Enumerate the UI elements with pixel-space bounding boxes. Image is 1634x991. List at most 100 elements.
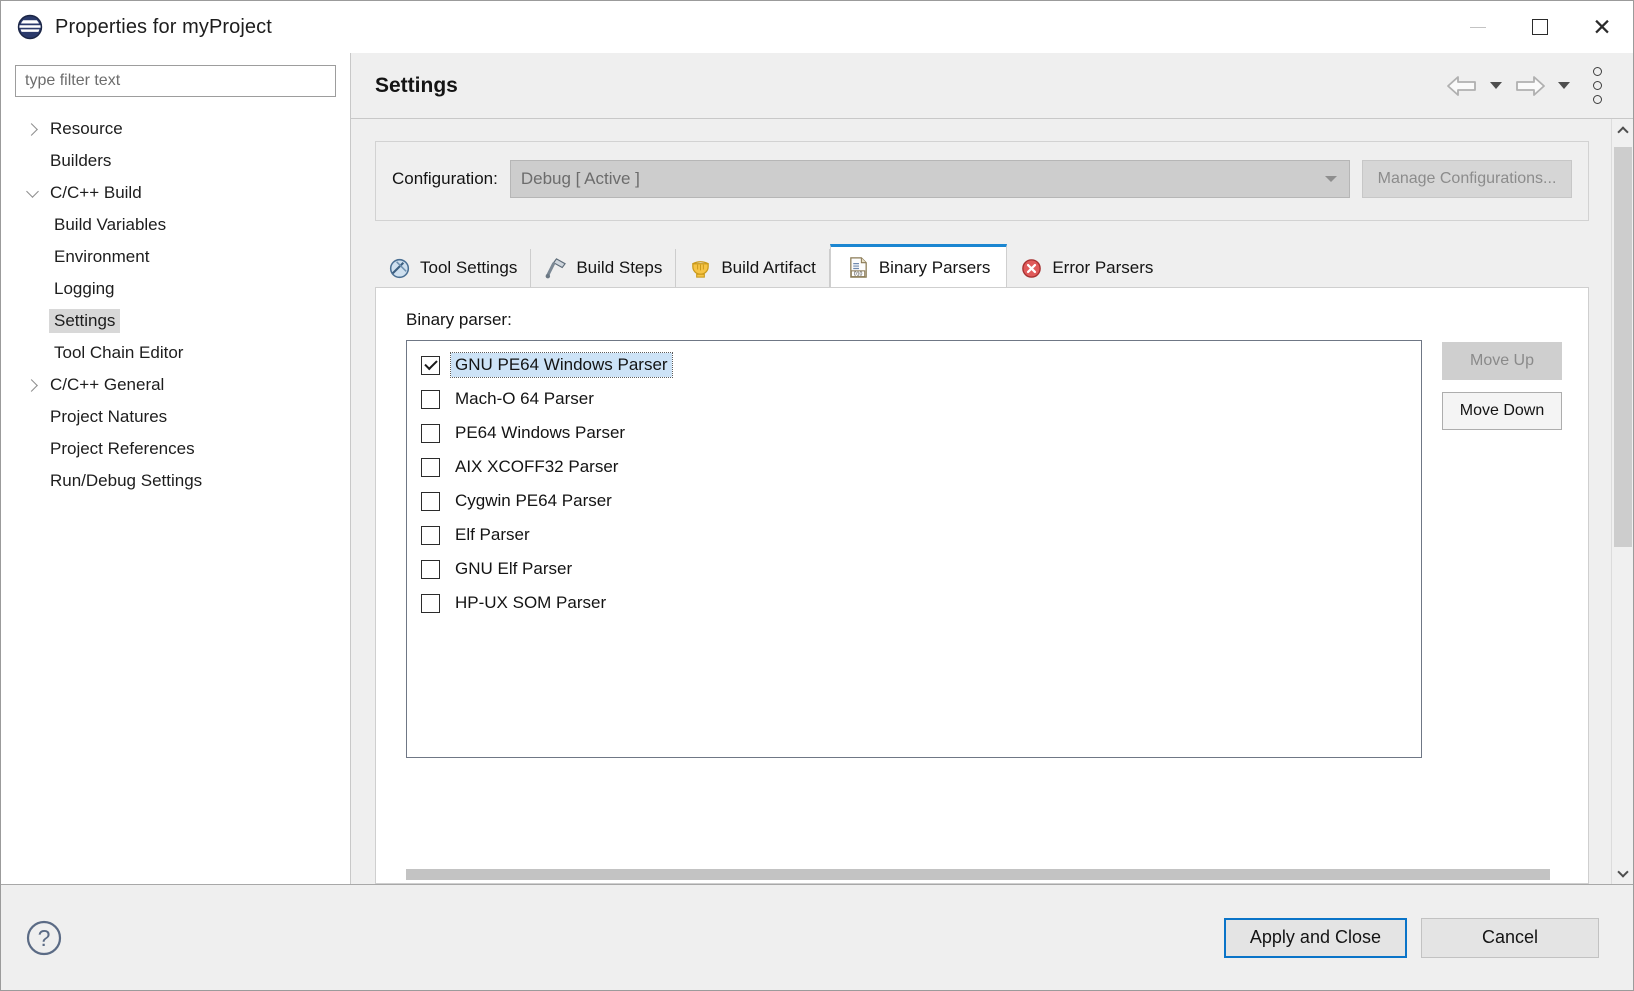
checkbox-unchecked-icon[interactable]: [421, 389, 440, 409]
parser-list-row: GNU PE64 Windows Parser Mach-O 64 Parser P…: [406, 340, 1562, 851]
parser-list-item[interactable]: AIX XCOFF32 Parser: [407, 450, 1421, 484]
checkbox-unchecked-icon[interactable]: [421, 491, 440, 511]
horizontal-scrollbar-thumb[interactable]: [406, 868, 1551, 880]
sidebar-item-c-c-build[interactable]: C/C++ Build: [1, 177, 350, 209]
properties-dialog: Properties for myProject ✕ Resource Build…: [0, 0, 1634, 991]
sidebar-item-label: Project References: [50, 439, 195, 459]
tab-label: Binary Parsers: [878, 257, 991, 277]
sidebar-item-project-references[interactable]: Project References: [1, 433, 350, 465]
svg-text:010: 010: [854, 272, 863, 278]
parser-list-item[interactable]: GNU PE64 Windows Parser: [407, 348, 1421, 382]
scroll-up-button[interactable]: [1612, 119, 1634, 141]
header-toolbar: [1443, 64, 1615, 108]
content-scroll-area: Configuration: Debug [ Active ] Manage C…: [351, 119, 1611, 884]
configuration-group: Configuration: Debug [ Active ] Manage C…: [375, 141, 1589, 221]
parser-list-item[interactable]: PE64 Windows Parser: [407, 416, 1421, 450]
list-side-buttons: Move Up Move Down: [1442, 340, 1562, 851]
filter-container: [1, 65, 350, 109]
error-circle-icon: [1020, 257, 1043, 280]
sidebar-item-c-c-general[interactable]: C/C++ General: [1, 369, 350, 401]
help-question-icon: ?: [26, 920, 62, 955]
tab-build-steps[interactable]: Build Steps: [531, 249, 677, 287]
chevron-right-icon[interactable]: [19, 122, 45, 136]
forward-arrow-icon: [1516, 75, 1545, 96]
cancel-button[interactable]: Cancel: [1421, 917, 1599, 958]
vertical-scrollbar-thumb[interactable]: [1613, 147, 1632, 547]
checkbox-unchecked-icon[interactable]: [421, 593, 440, 613]
chevron-down-icon[interactable]: [19, 185, 45, 198]
parser-name: Cygwin PE64 Parser: [455, 491, 612, 510]
tab-label: Error Parsers: [1052, 258, 1154, 277]
sidebar-item-logging[interactable]: Logging: [1, 273, 350, 305]
configuration-label: Configuration:: [392, 169, 498, 188]
maximize-icon: [1532, 19, 1548, 35]
back-button[interactable]: [1443, 66, 1481, 106]
sidebar-item-label: Run/Debug Settings: [50, 471, 203, 491]
tab-label: Build Artifact: [721, 258, 816, 277]
sidebar-item-run-debug-settings[interactable]: Run/Debug Settings: [1, 465, 350, 497]
parser-list-item[interactable]: Cygwin PE64 Parser: [407, 484, 1421, 518]
parser-list-item[interactable]: Mach-O 64 Parser: [407, 382, 1421, 416]
tab-label: Tool Settings: [420, 258, 518, 277]
parser-name: PE64 Windows Parser: [455, 423, 626, 442]
tab-binary-parsers[interactable]: 010 Binary Parsers: [829, 244, 1008, 288]
hammer-icon: [544, 257, 567, 280]
checkbox-unchecked-icon[interactable]: [421, 559, 440, 579]
parser-name: GNU PE64 Windows Parser: [450, 352, 673, 378]
parser-list-item[interactable]: HP-UX SOM Parser: [407, 586, 1421, 620]
dialog-body: Resource Builders C/C++ Build Build Variabl…: [1, 53, 1633, 884]
parser-list-item[interactable]: GNU Elf Parser: [407, 552, 1421, 586]
page-header: Settings: [351, 53, 1633, 119]
move-up-button[interactable]: Move Up: [1442, 342, 1562, 380]
configuration-combo[interactable]: Debug [ Active ]: [509, 160, 1350, 198]
scroll-down-button[interactable]: [1612, 862, 1634, 884]
maximize-button[interactable]: [1509, 1, 1571, 53]
sidebar-item-project-natures[interactable]: Project Natures: [1, 401, 350, 433]
forward-button[interactable]: [1511, 66, 1549, 106]
filter-input[interactable]: [15, 65, 336, 97]
tab-bar: Tool Settings Build Steps Build Artifact 01…: [375, 243, 1589, 288]
vertical-scrollbar[interactable]: [1611, 119, 1633, 884]
checkbox-checked-icon[interactable]: [421, 355, 440, 375]
chevron-down-icon: [1558, 82, 1570, 89]
tab-build-artifact[interactable]: Build Artifact: [676, 249, 830, 287]
move-down-button[interactable]: Move Down: [1442, 392, 1562, 430]
minimize-icon: [1470, 26, 1486, 28]
checkbox-unchecked-icon[interactable]: [421, 525, 440, 545]
apply-and-close-button[interactable]: Apply and Close: [1223, 917, 1407, 958]
chevron-right-icon[interactable]: [19, 378, 45, 392]
sidebar-item-label: C/C++ General: [50, 375, 165, 395]
horizontal-scrollbar[interactable]: [406, 865, 1562, 883]
checkbox-unchecked-icon[interactable]: [421, 457, 440, 477]
help-button[interactable]: ?: [25, 919, 63, 957]
sidebar-item-tool-chain-editor[interactable]: Tool Chain Editor: [1, 337, 350, 369]
binary-parser-list[interactable]: GNU PE64 Windows Parser Mach-O 64 Parser P…: [406, 340, 1422, 758]
close-button[interactable]: ✕: [1571, 1, 1633, 53]
minimize-button[interactable]: [1447, 1, 1509, 53]
wrench-screwdriver-icon: [388, 257, 411, 280]
sidebar-item-resource[interactable]: Resource: [1, 113, 350, 145]
page-title: Settings: [375, 73, 458, 97]
parser-name: HP-UX SOM Parser: [455, 593, 607, 612]
back-dropdown-button[interactable]: [1485, 66, 1507, 106]
dialog-footer: ? Apply and Close Cancel: [1, 884, 1633, 990]
sidebar-item-label: Project Natures: [50, 407, 168, 427]
tab-label: Build Steps: [576, 258, 663, 277]
sidebar-item-builders[interactable]: Builders: [1, 145, 350, 177]
manage-configurations-button[interactable]: Manage Configurations...: [1362, 160, 1572, 198]
sidebar-item-label: Settings: [49, 309, 121, 333]
sidebar-item-label: Tool Chain Editor: [54, 343, 184, 363]
forward-dropdown-button[interactable]: [1553, 66, 1575, 106]
sidebar-item-build-variables[interactable]: Build Variables: [1, 209, 350, 241]
tab-error-parsers[interactable]: Error Parsers: [1007, 249, 1166, 287]
tab-tool-settings[interactable]: Tool Settings: [375, 249, 532, 287]
sidebar-item-settings[interactable]: Settings: [1, 305, 350, 337]
window-controls: ✕: [1447, 1, 1633, 53]
footer-buttons: Apply and Close Cancel: [1223, 917, 1599, 958]
view-menu-button[interactable]: [1579, 64, 1615, 108]
sidebar-item-environment[interactable]: Environment: [1, 241, 350, 273]
view-menu-kebab-icon: [1592, 67, 1602, 76]
parser-list-item[interactable]: Elf Parser: [407, 518, 1421, 552]
checkbox-unchecked-icon[interactable]: [421, 423, 440, 443]
sidebar-item-label: C/C++ Build: [50, 183, 142, 203]
